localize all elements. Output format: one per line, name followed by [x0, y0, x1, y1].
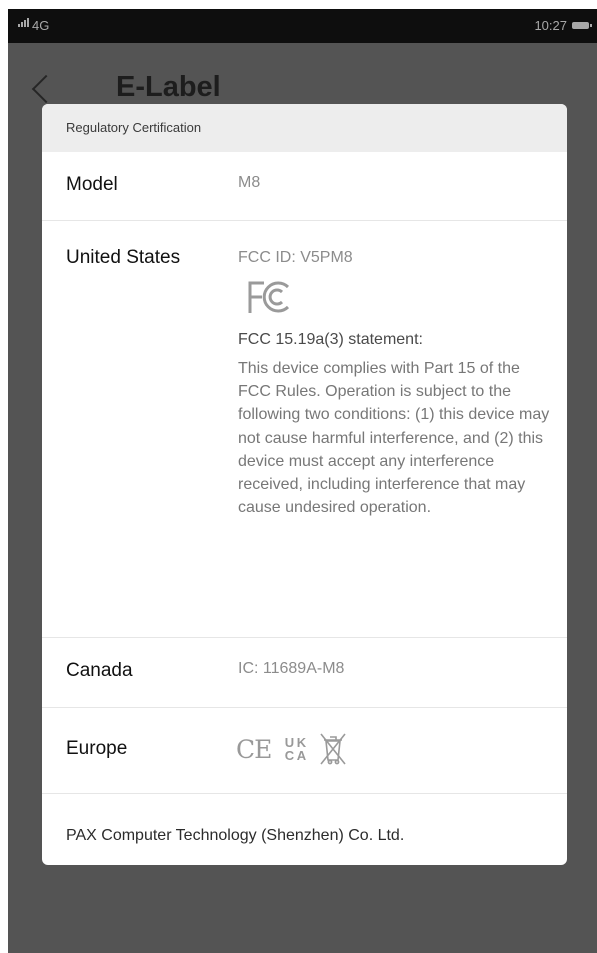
model-value: M8 — [238, 174, 261, 191]
united-states-label: United States — [66, 247, 181, 268]
regulatory-dialog: Regulatory Certification Model M8 United… — [42, 104, 567, 865]
united-states-row: United States FCC ID: V5PM8 FCC 15.19a(3… — [42, 221, 567, 638]
canada-row: Canada IC: 11689A-M8 — [42, 638, 567, 708]
ce-mark-icon: CE — [236, 734, 272, 764]
fcc-statement-text: This device complies with Part 15 of the… — [238, 360, 550, 517]
manufacturer-text: PAX Computer Technology (Shenzhen) Co. L… — [66, 827, 405, 844]
europe-label: Europe — [66, 738, 128, 759]
page-title: E-Label — [116, 71, 221, 103]
fcc-logo-icon — [248, 281, 290, 313]
fcc-id-value: FCC ID: V5PM8 — [238, 249, 353, 266]
europe-marks: CE UKCA — [236, 730, 347, 768]
weee-bin-icon — [320, 733, 347, 765]
back-arrow-icon[interactable] — [31, 74, 61, 104]
fcc-statement-title: FCC 15.19a(3) statement: — [238, 331, 423, 348]
ic-value: IC: 11689A-M8 — [238, 660, 345, 677]
phone-screen: 4G 10:27 E-Label Regulatory Certificatio… — [8, 9, 597, 953]
clock: 10:27 — [534, 18, 567, 33]
status-bar: 4G 10:27 — [8, 9, 597, 43]
ukca-mark-icon: UKCA — [284, 735, 307, 763]
model-row: Model M8 — [42, 152, 567, 221]
europe-row: Europe CE UKCA — [42, 708, 567, 794]
network-type: 4G — [32, 18, 50, 33]
app-bar: E-Label — [8, 43, 597, 113]
signal-icon — [18, 18, 29, 27]
dialog-header: Regulatory Certification — [42, 104, 567, 152]
canada-label: Canada — [66, 660, 133, 681]
battery-icon — [572, 22, 592, 29]
model-label: Model — [66, 174, 118, 195]
